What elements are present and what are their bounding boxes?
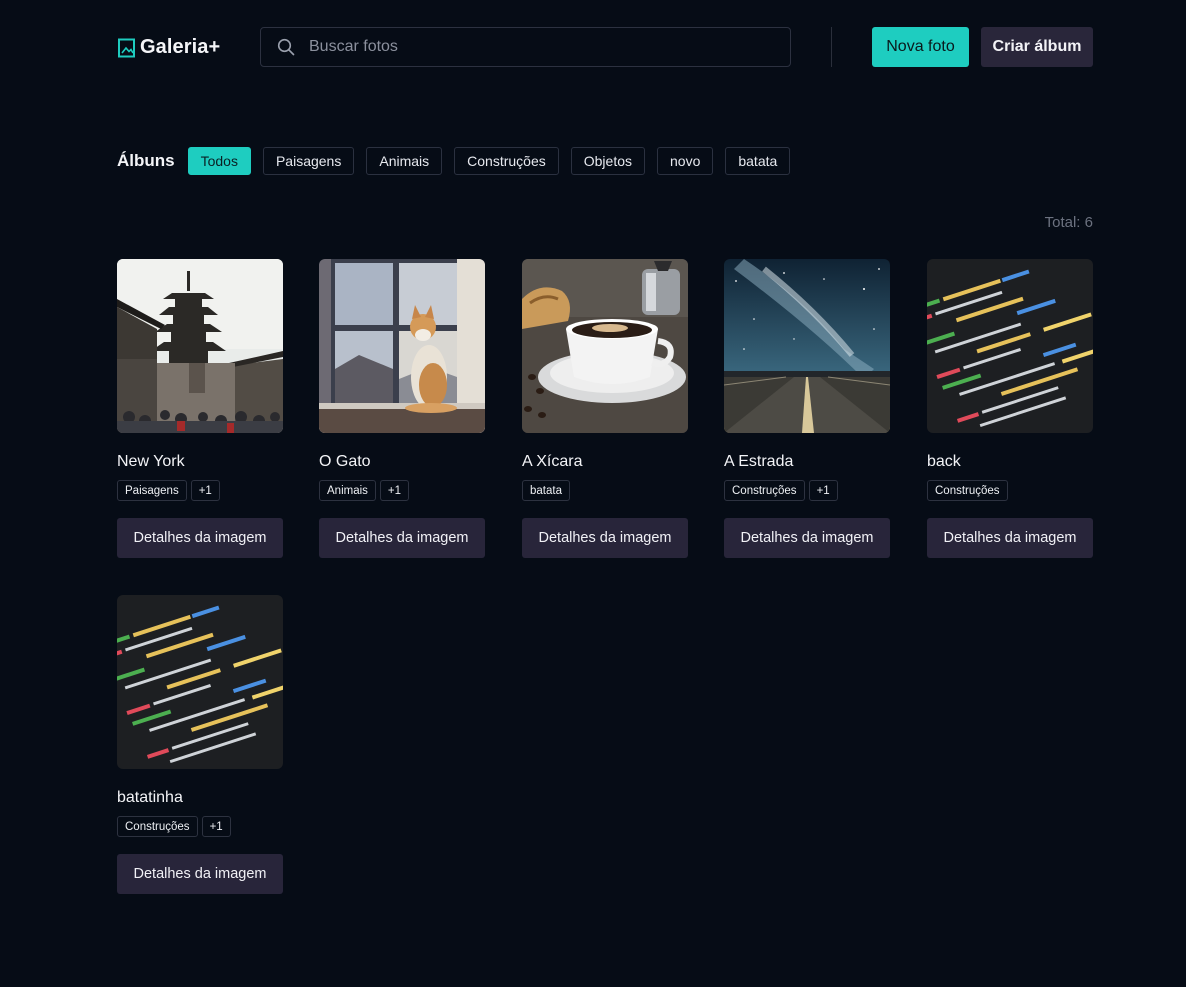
total-count: Total: 6 <box>1044 214 1093 231</box>
photo-title: O Gato <box>319 453 371 470</box>
photo-title: A Estrada <box>724 453 794 470</box>
photo-card: batatinha Construções +1 Detalhes da ima… <box>117 595 283 894</box>
image-details-button[interactable]: Detalhes da imagem <box>927 518 1093 558</box>
header-divider <box>831 27 832 67</box>
photo-tag-more[interactable]: +1 <box>808 480 838 501</box>
album-filter-objetos[interactable]: Objetos <box>570 147 645 175</box>
image-details-button[interactable]: Detalhes da imagem <box>522 518 688 558</box>
photo-tags: Animais +1 <box>319 480 485 501</box>
album-filter-novo[interactable]: novo <box>657 147 714 175</box>
photo-tags: Paisagens +1 <box>117 480 283 501</box>
photo-thumbnail[interactable] <box>117 595 283 769</box>
album-filter-todos[interactable]: Todos <box>187 147 251 175</box>
photo-thumbnail[interactable] <box>927 259 1093 433</box>
code-screen-image <box>117 595 283 769</box>
photo-title: batatinha <box>117 789 183 806</box>
search-box[interactable] <box>260 27 791 67</box>
photo-card: back Construções Detalhes da imagem <box>927 259 1093 558</box>
logo-text: Galeria+ <box>140 36 221 58</box>
photo-title: A Xícara <box>522 453 583 470</box>
photo-card: A Estrada Construções +1 Detalhes da ima… <box>724 259 890 558</box>
create-album-button[interactable]: Criar álbum <box>981 27 1093 67</box>
cat-window-image <box>319 259 485 433</box>
photo-title: New York <box>117 453 185 470</box>
road-milky-way-image <box>724 259 890 433</box>
album-filter-paisagens[interactable]: Paisagens <box>262 147 355 175</box>
photo-tag[interactable]: Construções <box>117 816 198 837</box>
album-filter-batata[interactable]: batata <box>725 147 791 175</box>
photo-tag[interactable]: batata <box>522 480 570 501</box>
photo-thumbnail[interactable] <box>522 259 688 433</box>
photo-tag-more[interactable]: +1 <box>201 816 231 837</box>
photo-card: O Gato Animais +1 Detalhes da imagem <box>319 259 485 558</box>
photo-tags: batata <box>522 480 688 501</box>
top-bar: Galeria+ Nova foto Criar álbum <box>117 27 1093 67</box>
photo-card: New York Paisagens +1 Detalhes da imagem <box>117 259 283 558</box>
image-details-button[interactable]: Detalhes da imagem <box>117 518 283 558</box>
image-details-button[interactable]: Detalhes da imagem <box>319 518 485 558</box>
photo-card: A Xícara batata Detalhes da imagem <box>522 259 688 558</box>
search-icon <box>277 38 295 56</box>
pagoda-street-image <box>117 259 283 433</box>
search-input[interactable] <box>309 38 749 56</box>
albums-heading: Álbuns <box>117 151 175 170</box>
photo-tag-more[interactable]: +1 <box>190 480 220 501</box>
image-details-button[interactable]: Detalhes da imagem <box>117 854 283 894</box>
coffee-cup-image <box>522 259 688 433</box>
photo-tag[interactable]: Paisagens <box>117 480 187 501</box>
photo-tag[interactable]: Construções <box>724 480 805 501</box>
photo-thumbnail[interactable] <box>319 259 485 433</box>
photo-title: back <box>927 453 961 470</box>
photo-tags: Construções +1 <box>117 816 283 837</box>
photo-tag[interactable]: Animais <box>319 480 376 501</box>
photo-tag-more[interactable]: +1 <box>379 480 410 501</box>
new-photo-button[interactable]: Nova foto <box>872 27 969 67</box>
photo-thumbnail[interactable] <box>117 259 283 433</box>
code-screen-image <box>927 259 1093 433</box>
album-filter-animais[interactable]: Animais <box>366 147 443 175</box>
image-frame-icon <box>118 38 135 57</box>
photo-thumbnail[interactable] <box>724 259 890 433</box>
photo-tag[interactable]: Construções <box>927 480 1008 501</box>
image-details-button[interactable]: Detalhes da imagem <box>724 518 890 558</box>
photo-tags: Construções <box>927 480 1093 501</box>
photo-tags: Construções +1 <box>724 480 890 501</box>
album-filter-construcoes[interactable]: Construções <box>454 147 559 175</box>
album-filter-bar: Álbuns Todos Paisagens Animais Construçõ… <box>117 147 802 175</box>
logo[interactable]: Galeria+ <box>117 36 220 59</box>
gallery-page: Galeria+ Nova foto Criar álbum Álbuns To… <box>0 0 1186 987</box>
